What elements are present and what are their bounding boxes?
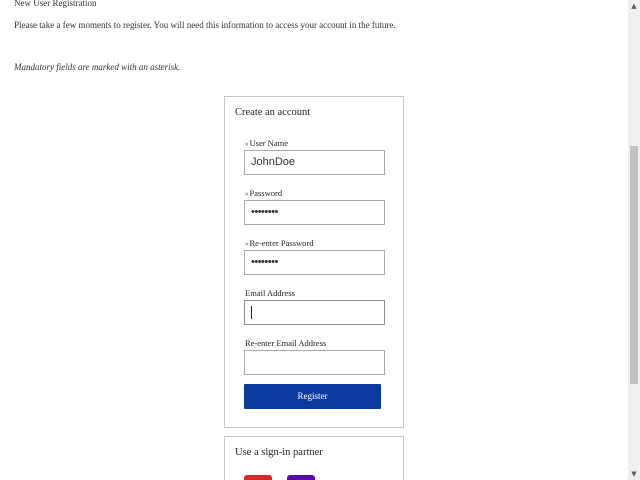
scrollbar-thumb[interactable] [630, 146, 638, 384]
password-confirm-label: »Re-enter Password [245, 238, 314, 248]
registration-page: New User Registration Please take a few … [0, 0, 640, 480]
sign-in-partner-heading: Use a sign-in partner [235, 447, 323, 458]
password-label: »Password [245, 188, 283, 198]
mandatory-note: Mandatory fields are marked with an aste… [14, 62, 181, 72]
page-title: New User Registration [14, 0, 97, 8]
partner-1-icon[interactable] [244, 475, 272, 480]
create-account-heading: Create an account [235, 107, 311, 118]
intro-text: Please take a few moments to register. Y… [14, 20, 396, 30]
register-button[interactable]: Register [244, 384, 381, 409]
email-confirm-input[interactable] [244, 350, 385, 375]
required-marker: » [245, 140, 249, 148]
required-marker: » [245, 190, 249, 198]
password-input[interactable]: •••••••• [244, 200, 385, 225]
partner-2-icon[interactable] [287, 475, 315, 480]
create-account-panel: Create an account »User Name JohnDoe »Pa… [224, 96, 404, 428]
password-confirm-input[interactable]: •••••••• [244, 250, 385, 275]
down-arrow-icon[interactable]: ▼ [628, 468, 640, 480]
email-confirm-label: Re-enter Email Address [245, 338, 327, 348]
required-marker: » [245, 240, 249, 248]
text-caret [251, 305, 252, 319]
sign-in-partner-panel: Use a sign-in partner [224, 436, 404, 480]
username-input[interactable]: JohnDoe [244, 150, 385, 175]
email-label: Email Address [245, 288, 295, 298]
up-arrow-icon[interactable]: ▲ [628, 0, 640, 12]
vertical-scrollbar[interactable]: ▲ ▼ [628, 0, 640, 480]
email-input[interactable] [244, 300, 385, 325]
username-label: »User Name [245, 138, 288, 148]
